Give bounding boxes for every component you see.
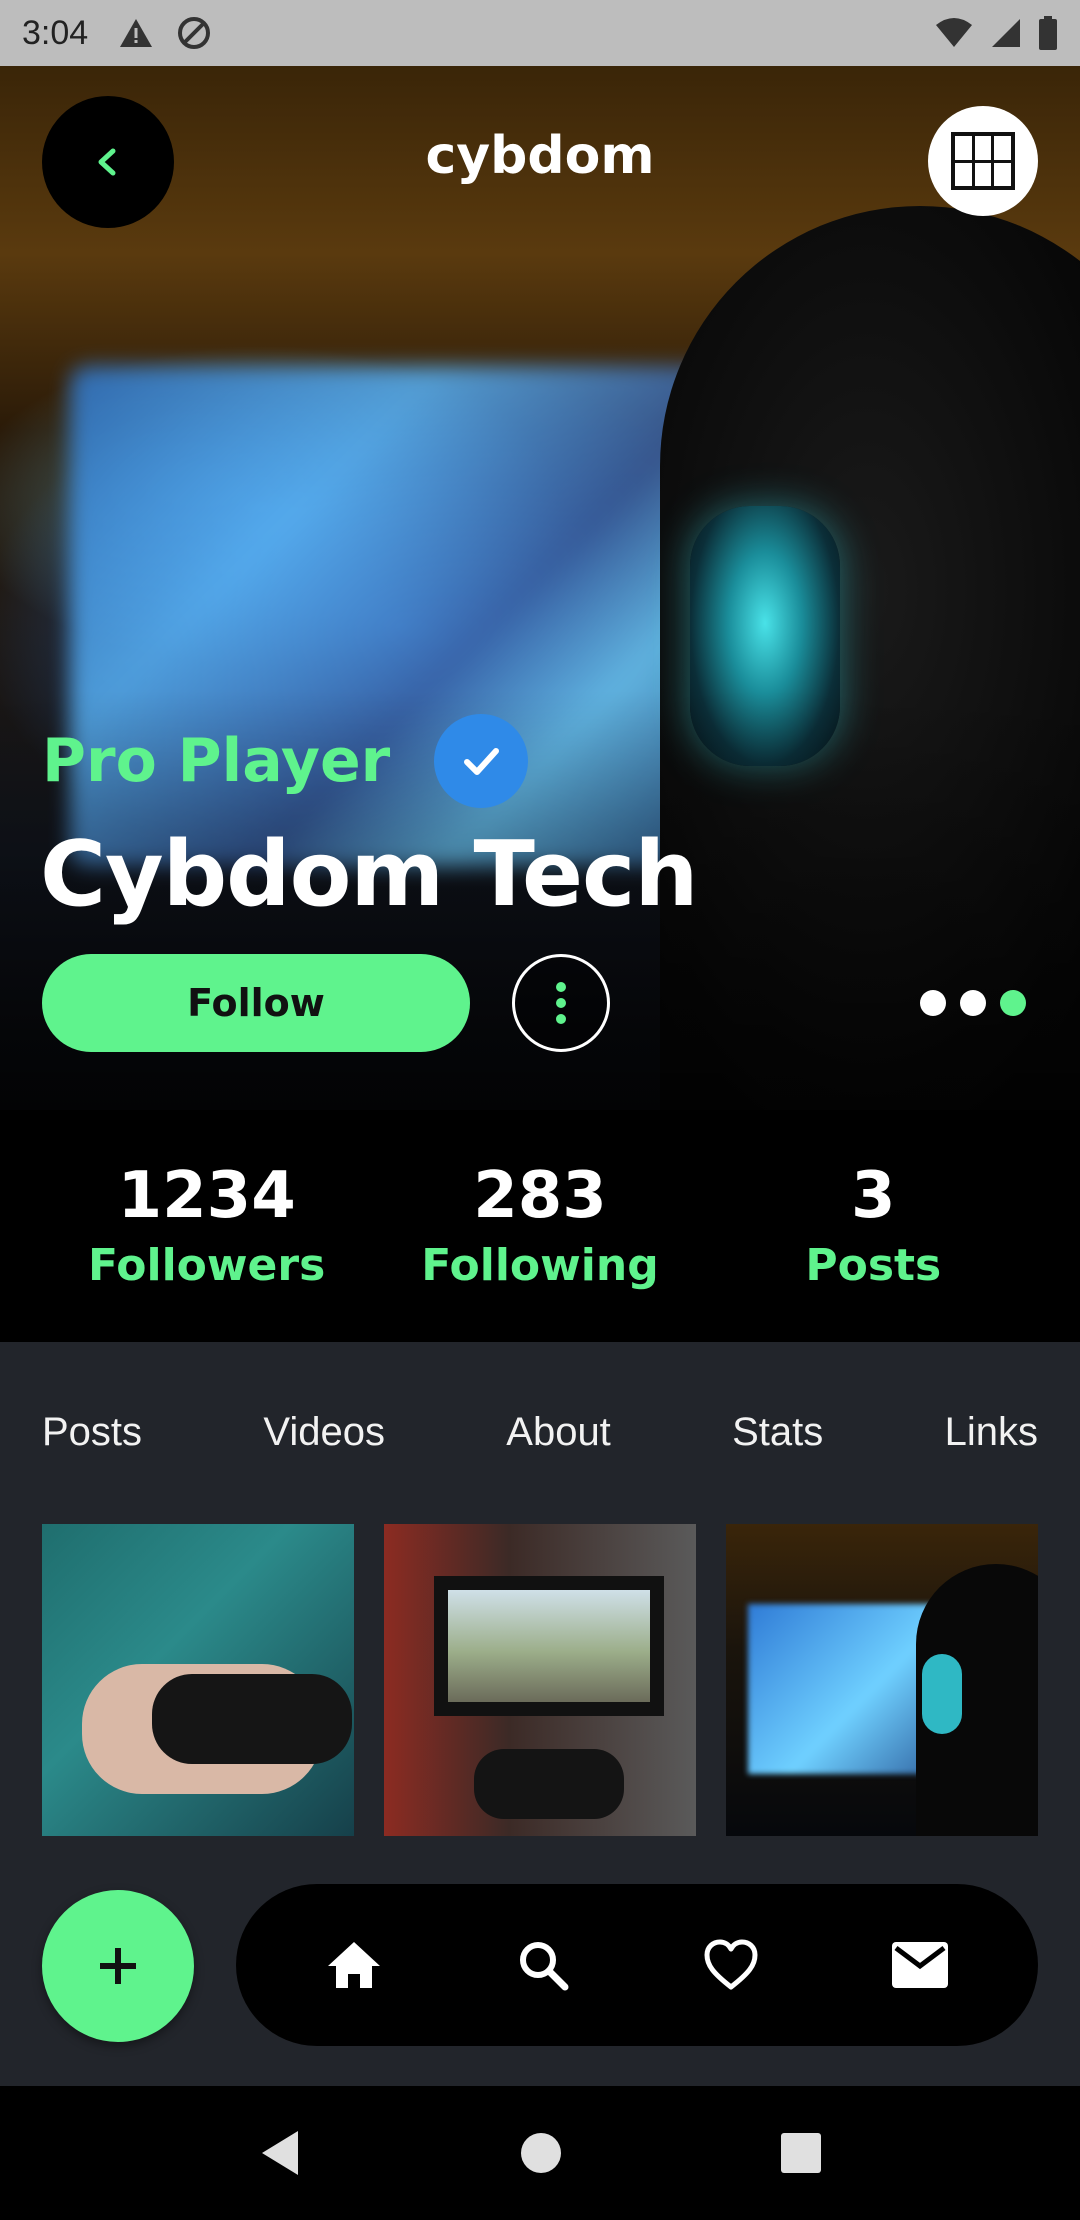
bottom-nav [236,1884,1038,2046]
tab-stats[interactable]: Stats [732,1410,823,1455]
profile-name: Cybdom Tech [40,822,698,927]
more-options-button[interactable] [512,954,610,1052]
home-icon [328,1942,381,1988]
profile-stats: 1234 Followers 283 Following 3 Posts [0,1110,1080,1342]
plus-icon [100,1948,136,1984]
battery-icon [1039,16,1057,50]
stat-followers[interactable]: 1234 Followers [57,1159,357,1291]
status-left-icons [118,15,212,51]
stat-label: Followers [88,1239,326,1291]
stat-value: 3 [851,1159,896,1234]
add-post-button[interactable] [42,1890,194,2042]
thumb-controller [152,1674,352,1764]
post-grid [42,1524,1038,1836]
cybdom-logo-icon [951,132,1015,190]
post-thumbnail[interactable] [42,1524,354,1836]
carousel-indicator [920,990,1026,1016]
post-thumbnail[interactable] [384,1524,696,1836]
wifi-icon [936,18,972,47]
check-icon [464,748,500,775]
stat-value: 1234 [117,1159,296,1234]
nav-messages[interactable] [880,1925,960,2005]
carousel-dot[interactable] [960,990,986,1016]
page-title: cybdom [425,126,655,186]
tab-about[interactable]: About [506,1410,611,1455]
profile-hero: cybdom Pro Player Cybdom Tech Follow [0,66,1080,1110]
nav-search[interactable] [503,1925,583,2005]
tab-posts[interactable]: Posts [42,1410,142,1455]
stat-label: Following [421,1239,659,1291]
thumb-tv [434,1576,664,1716]
thumb-controller [474,1749,624,1819]
avatar[interactable] [928,106,1038,216]
heart-icon [704,1939,758,1990]
follow-button[interactable]: Follow [42,954,470,1052]
more-vert-icon [556,982,566,992]
stat-label: Posts [805,1239,942,1291]
stat-value: 283 [473,1159,607,1234]
status-right-icons [934,16,1058,50]
nav-favorites[interactable] [691,1925,771,2005]
carousel-dot-active[interactable] [1000,990,1026,1016]
more-vert-dot [556,998,566,1008]
stat-following[interactable]: 283 Following [390,1159,690,1291]
system-nav-bar [0,2086,1080,2220]
carousel-dot[interactable] [920,990,946,1016]
back-triangle-icon[interactable] [258,2129,302,2177]
badge-row: Pro Player [42,714,529,808]
mail-icon [891,1942,948,1988]
status-bar: 3:04 [0,0,1080,66]
tab-links[interactable]: Links [945,1410,1038,1455]
recents-square-icon[interactable] [780,2132,822,2174]
home-circle-icon[interactable] [519,2131,563,2175]
post-thumbnail[interactable] [726,1524,1038,1836]
warning-icon [120,19,153,47]
status-time: 3:04 [22,13,89,52]
search-icon [519,1942,569,1991]
stat-posts[interactable]: 3 Posts [723,1159,1023,1291]
sync-disabled-icon [178,17,211,49]
tab-videos[interactable]: Videos [263,1410,385,1455]
thumb-headset [922,1654,962,1734]
more-vert-dot [556,1014,566,1024]
verified-badge [434,714,529,808]
badge-label: Pro Player [42,726,391,796]
nav-home[interactable] [314,1925,394,2005]
signal-icon [992,19,1020,47]
profile-tabs: Posts Videos About Stats Links [0,1410,1080,1455]
